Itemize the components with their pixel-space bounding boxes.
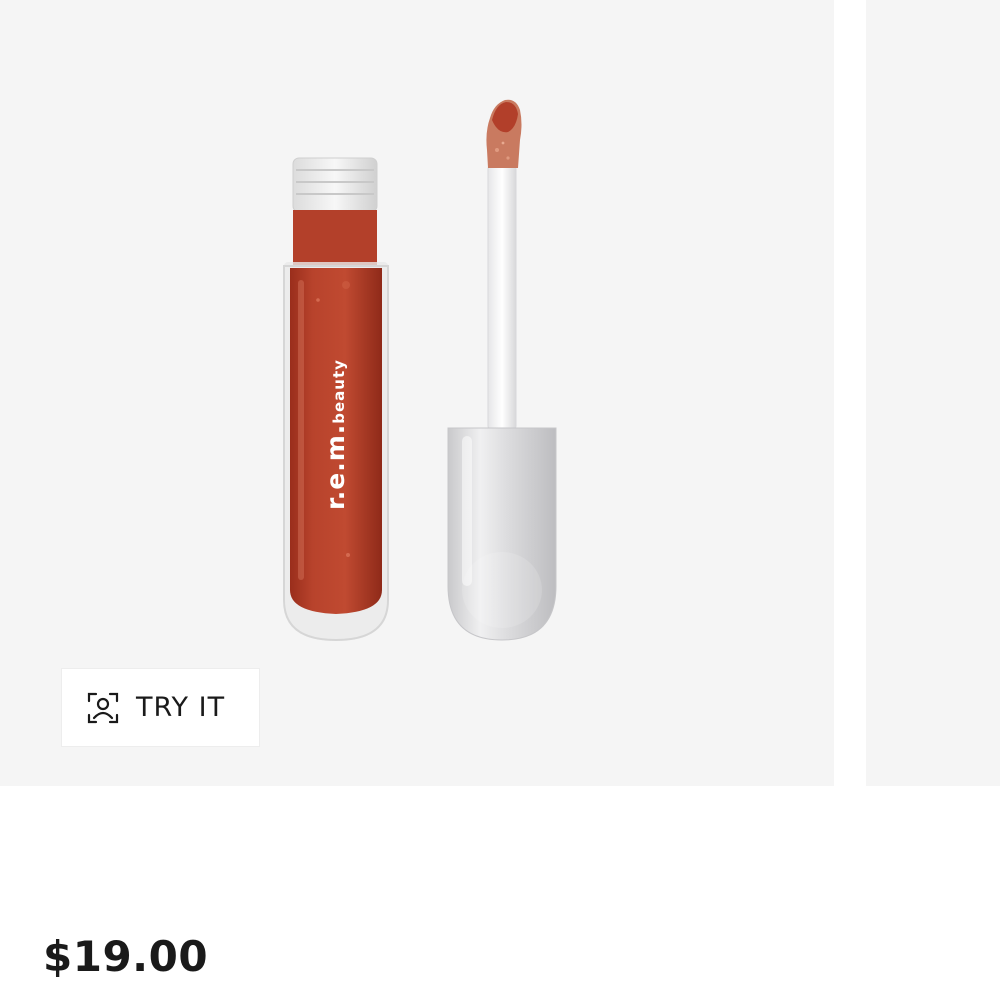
- try-it-button[interactable]: TRY IT: [62, 669, 259, 746]
- product-image-slide[interactable]: r.e.m.beauty TRY IT: [0, 0, 834, 786]
- next-image-slide-peek[interactable]: [866, 0, 1000, 786]
- face-scan-icon: [87, 692, 119, 723]
- product-page: r.e.m.beauty TRY IT $19.00: [0, 0, 1000, 1000]
- try-it-label: TRY IT: [136, 692, 226, 723]
- lip-gloss-tube: r.e.m.beauty: [283, 157, 389, 642]
- product-price: $19.00: [43, 932, 209, 981]
- applicator-wand: [447, 99, 557, 641]
